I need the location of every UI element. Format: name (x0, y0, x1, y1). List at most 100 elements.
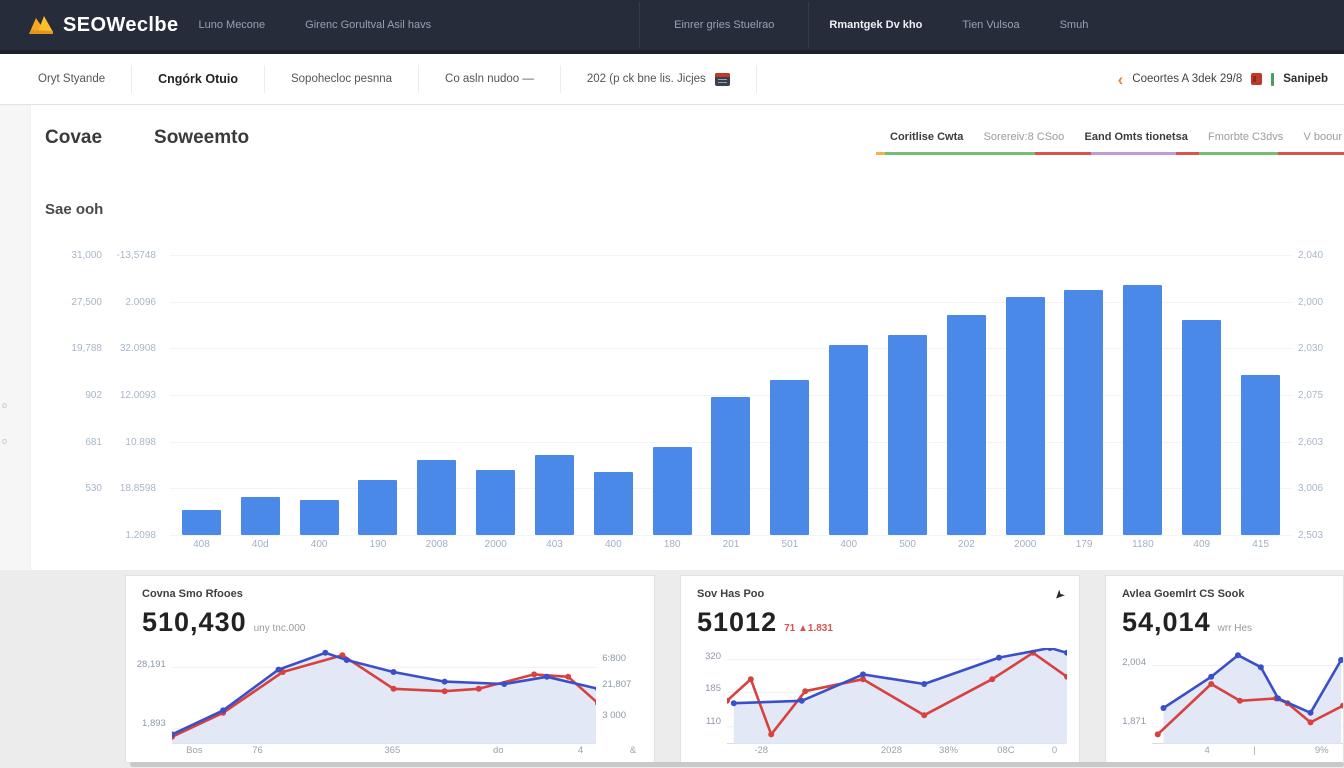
green-indicator-icon (1271, 73, 1274, 86)
axis-label: 18.8598 (120, 483, 156, 494)
bar[interactable] (829, 345, 868, 535)
subnav-item-label: Co asln nudoo — (445, 73, 534, 85)
x-axis-label: -28 (754, 745, 768, 756)
subnav-item[interactable]: Cngórk Otuio (132, 65, 265, 93)
axis-label: 902 (85, 390, 102, 401)
grid-line (170, 535, 1292, 536)
x-axis-label: 180 (643, 539, 702, 550)
logo[interactable]: SEOWeclbe (28, 14, 179, 37)
axis-label: 681 (85, 437, 102, 448)
bar[interactable] (711, 397, 750, 535)
legend-tab[interactable]: Fmorbte C3dvs (1208, 131, 1283, 143)
card-x-axis: -28202838%08C0 (727, 745, 1069, 758)
bar[interactable] (653, 447, 692, 535)
axis-label: 2,040 (1298, 250, 1323, 261)
bar[interactable] (888, 335, 927, 535)
axis-label: 12.0093 (120, 390, 156, 401)
bar[interactable] (1064, 290, 1103, 535)
axis-label: 32.0908 (120, 343, 156, 354)
topnav-item[interactable]: Tien Vulsoa (942, 2, 1039, 48)
card-value-number: 510,430 (142, 607, 247, 638)
chevron-left-icon[interactable]: ‹ (1118, 71, 1124, 88)
date-range-label: Coeortes A 3dek 29/8 (1132, 73, 1242, 85)
x-axis-label: 08C (997, 745, 1014, 756)
axis-label: 2,004 (1122, 657, 1146, 668)
cursor-icon[interactable]: ➤ (1051, 587, 1065, 601)
axis-label: 320 (705, 651, 721, 662)
bar[interactable] (1241, 375, 1280, 535)
bar[interactable] (358, 480, 397, 535)
line-chart-svg (1152, 648, 1343, 744)
x-axis-label: 179 (1055, 539, 1114, 550)
bar[interactable] (476, 470, 515, 535)
x-axis-label: & (630, 745, 636, 756)
bar[interactable] (770, 380, 809, 535)
axis-label: 6:800 (602, 653, 626, 664)
compare-button[interactable]: Sanipeb (1283, 73, 1328, 85)
card-value: 5101271 ▲1.831 (697, 607, 1063, 638)
card-title: Avlea Goemlrt CS Sook (1122, 588, 1244, 600)
x-axis-label: 403 (525, 539, 584, 550)
topnav-item[interactable]: Girenc Gorultval Asil havs (285, 2, 451, 48)
card-x-axis: 4|9% (1152, 745, 1333, 758)
bar[interactable] (535, 455, 574, 535)
bar[interactable] (1182, 320, 1221, 535)
legend-tab[interactable]: Sorereiv:8 CSoo (984, 131, 1065, 143)
line-chart-svg (727, 648, 1067, 744)
logo-icon (28, 14, 54, 36)
axis-label: 530 (85, 483, 102, 494)
subnav-item[interactable]: Sopohecloc pesnna (265, 65, 419, 93)
axis-label: 19,788 (71, 343, 102, 354)
x-axis-label: do (493, 745, 504, 756)
bar[interactable] (1123, 285, 1162, 535)
axis-label: 31,000 (71, 250, 102, 261)
x-axis-label: 409 (1172, 539, 1231, 550)
x-axis-label: | (1253, 745, 1255, 756)
axis-label: 185 (705, 683, 721, 694)
page-tab[interactable]: Soweemto (154, 127, 249, 149)
stat-card: Avlea Goemlrt CS Sook54,014wrr Hes2,0041… (1105, 575, 1344, 763)
axis-label: 2,075 (1298, 390, 1323, 401)
x-axis-label: 4 (578, 745, 583, 756)
topnav-item[interactable]: Rmantgek Dv kho (809, 2, 942, 48)
legend-tab[interactable]: Coritlise Cwta (890, 131, 963, 143)
bar[interactable] (182, 510, 221, 535)
subnav-items: Oryt StyandeCngórk OtuioSopohecloc pesnn… (0, 54, 757, 104)
page-tab[interactable]: Covae (45, 127, 102, 149)
bar[interactable] (1006, 297, 1045, 535)
subnav-item[interactable]: 202 (p ck bne lis. Jicjes (561, 65, 757, 93)
axis-label: 1,893 (142, 718, 166, 729)
section-title: Sae ooh (45, 201, 103, 218)
legend-tab[interactable]: Eand Omts tionetsa (1085, 131, 1188, 143)
bar[interactable] (241, 497, 280, 535)
card-header: Covna Smo Rfooes (142, 588, 638, 600)
subnav-item[interactable]: Oryt Styande (12, 65, 132, 93)
card-title: Sov Has Poo (697, 588, 764, 600)
x-axis-label: 400 (290, 539, 349, 550)
legend-tab[interactable]: V boour (1303, 131, 1342, 143)
x-axis-label: 76 (252, 745, 263, 756)
horizontal-scrollbar[interactable] (130, 762, 1344, 767)
axis-label: 2,000 (1298, 297, 1323, 308)
bar[interactable] (417, 460, 456, 535)
card-value-number: 54,014 (1122, 607, 1211, 638)
x-axis-label: 500 (878, 539, 937, 550)
x-axis-label: Bos (186, 745, 202, 756)
topnav-item[interactable]: Luno Mecone (179, 2, 286, 48)
sub-nav: Oryt StyandeCngórk OtuioSopohecloc pesnn… (0, 54, 1344, 105)
topnav-item[interactable]: Smuh (1040, 2, 1109, 48)
card-value: 510,430uny tnc.000 (142, 607, 638, 638)
legend-underline-segment (1091, 152, 1175, 155)
topnav-item[interactable]: Einrer gries Stuelrao (639, 2, 809, 48)
stats-icon[interactable] (1251, 73, 1262, 85)
subnav-item[interactable]: Co asln nudoo — (419, 65, 561, 93)
axis-label: 2.0096 (125, 297, 156, 308)
calendar-icon[interactable] (715, 73, 730, 86)
bar[interactable] (594, 472, 633, 535)
x-axis-label: 0 (1052, 745, 1057, 756)
bar[interactable] (947, 315, 986, 535)
subnav-right-group: ‹ Coeortes A 3dek 29/8 Sanipeb (1118, 71, 1344, 88)
card-header: Avlea Goemlrt CS Sook (1122, 588, 1327, 600)
x-axis-label: 202 (937, 539, 996, 550)
bar[interactable] (300, 500, 339, 535)
